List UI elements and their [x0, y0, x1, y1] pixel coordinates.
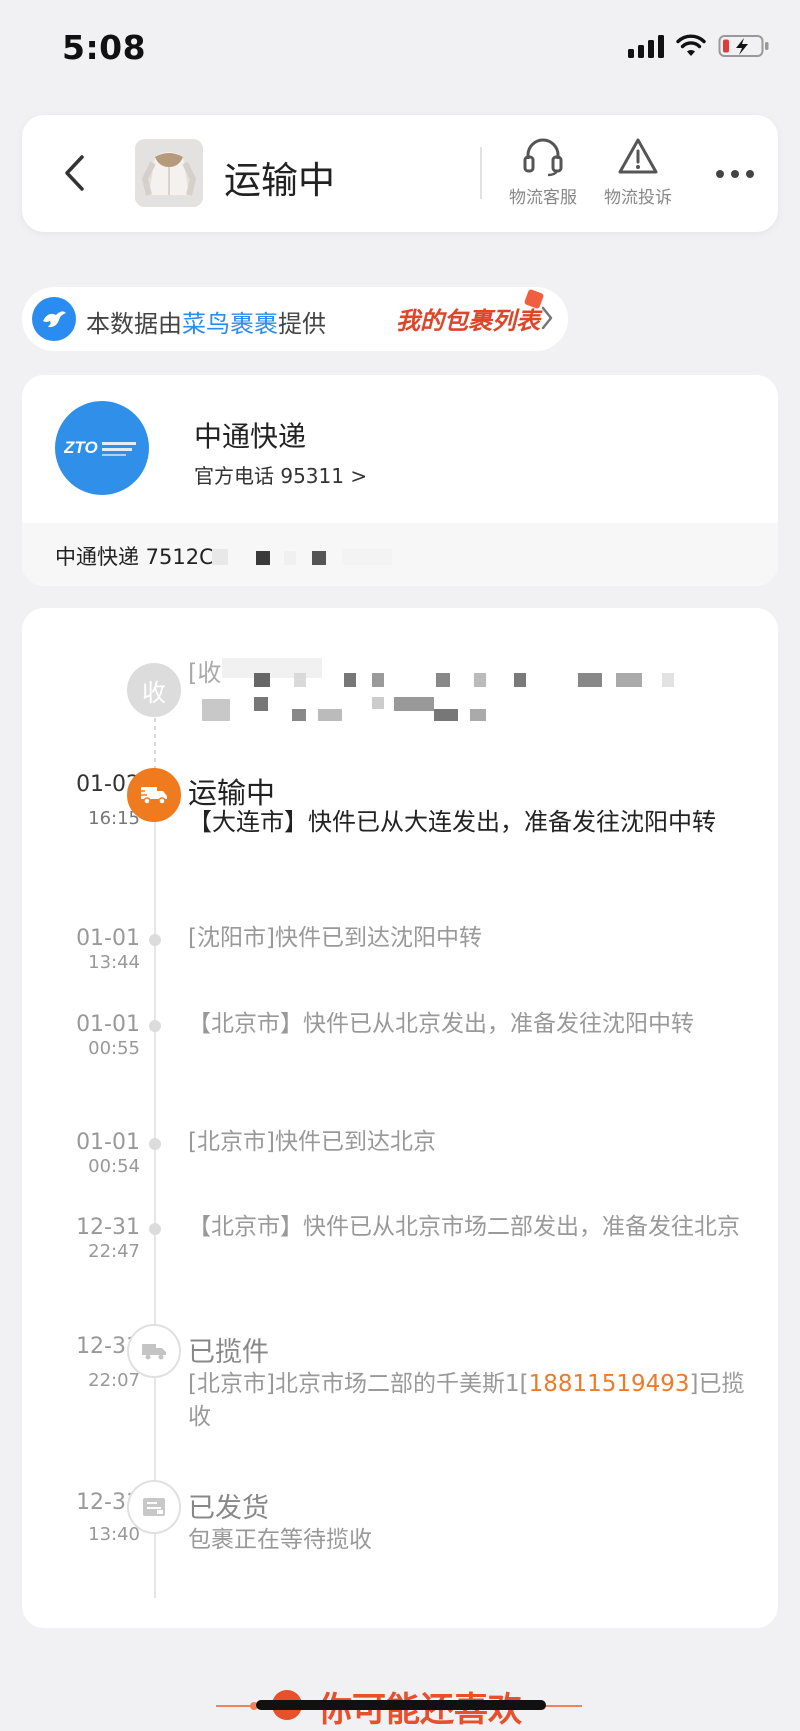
timeline-dot: [149, 934, 161, 946]
timeline-dot: [149, 1138, 161, 1150]
event-time: 00:55: [88, 1038, 140, 1059]
event-date: 12-31: [76, 1215, 140, 1240]
svg-text:ZTO: ZTO: [64, 438, 98, 457]
status-icons: [628, 34, 770, 58]
event-date: 01-02: [76, 772, 140, 797]
data-source-text: 本数据由菜鸟裹裹提供: [86, 310, 326, 338]
logistics-complaint-button[interactable]: 物流投诉: [593, 133, 683, 208]
divider-right: [546, 1705, 582, 1707]
timeline-dot: [149, 1223, 161, 1235]
logistics-timeline: 收 [收 01-02 16:15 运输中 【大连市】快件已从大连发出，准备发往沈…: [22, 608, 778, 1628]
event-date: 01-01: [76, 1130, 140, 1155]
timeline-dot: [149, 1020, 161, 1032]
logistics-service-label: 物流客服: [509, 188, 577, 208]
more-dots-icon: [716, 170, 754, 178]
courier-card: ZTO 中通快递 官方电话 95311 > 中通快递 7512C: [22, 375, 778, 586]
pickup-truck-icon: [127, 1324, 181, 1378]
chevron-left-icon: [65, 155, 84, 191]
event-description: [沈阳市]快件已到达沈阳中转: [188, 925, 482, 951]
event-date: 12-31: [76, 1334, 140, 1359]
truck-icon: [127, 768, 181, 822]
battery-charging-icon: [718, 35, 769, 57]
event-date: 12-31: [76, 1490, 140, 1515]
event-title: 已发货: [188, 1493, 269, 1524]
cainiao-logo-icon: [32, 297, 76, 341]
home-indicator[interactable]: [256, 1700, 546, 1710]
jacket-image: [135, 139, 203, 207]
product-thumbnail[interactable]: [135, 139, 203, 207]
warning-triangle-icon: [618, 138, 658, 174]
event-time: 16:15: [88, 808, 140, 829]
event-date: 01-01: [76, 1012, 140, 1037]
status-bar: 5:08: [0, 0, 800, 100]
parcel-box-icon: [127, 1480, 181, 1534]
chevron-right-icon: [540, 305, 554, 335]
header-card: 运输中 物流客服 物流投诉: [22, 115, 778, 232]
timeline-line: [154, 788, 156, 1598]
event-description: [北京市]北京市场二部的千美斯1[18811519493]已揽收: [188, 1371, 745, 1430]
my-packages-link[interactable]: 我的包裹列表: [396, 301, 540, 336]
event-description: 【大连市】快件已从大连发出，准备发往沈阳中转: [188, 808, 716, 836]
event-title: 已揽件: [188, 1337, 269, 1368]
event-description: 【北京市】快件已从北京发出，准备发往沈阳中转: [188, 1011, 694, 1037]
logistics-complaint-label: 物流投诉: [604, 188, 672, 208]
data-source-banner[interactable]: 本数据由菜鸟裹裹提供 我的包裹列表: [22, 287, 568, 351]
courier-phone-link[interactable]: 官方电话 95311 >: [194, 460, 367, 489]
page-title: 运输中: [224, 159, 335, 202]
event-time: 22:07: [88, 1370, 140, 1391]
wifi-icon: [676, 34, 706, 56]
back-button[interactable]: [50, 145, 100, 201]
event-date: 01-01: [76, 926, 140, 951]
event-description: 包裹正在等待揽收: [188, 1527, 372, 1553]
header-divider: [480, 147, 482, 199]
cellular-signal-icon: [628, 34, 664, 58]
courier-name: 中通快递: [194, 420, 307, 453]
redaction-mask: [22, 523, 778, 586]
event-time: 00:54: [88, 1156, 140, 1177]
event-description: 【北京市】快件已从北京市场二部发出，准备发往北京: [188, 1214, 740, 1240]
event-time: 13:44: [88, 952, 140, 973]
cainiao-brand-link: 菜鸟裹裹: [182, 310, 278, 338]
tracking-number-row[interactable]: 中通快递 7512C: [22, 523, 778, 586]
event-time: 13:40: [88, 1524, 140, 1545]
logistics-service-button[interactable]: 物流客服: [498, 133, 588, 208]
zto-logo-icon: ZTO: [55, 401, 149, 495]
event-time: 22:47: [88, 1241, 140, 1262]
courier-phone-number-link[interactable]: 18811519493: [529, 1371, 690, 1397]
more-button[interactable]: [710, 151, 760, 197]
status-time: 5:08: [62, 28, 147, 67]
event-description: [北京市]快件已到达北京: [188, 1129, 436, 1155]
receive-badge-icon: 收: [127, 663, 181, 717]
headset-icon: [523, 138, 563, 177]
